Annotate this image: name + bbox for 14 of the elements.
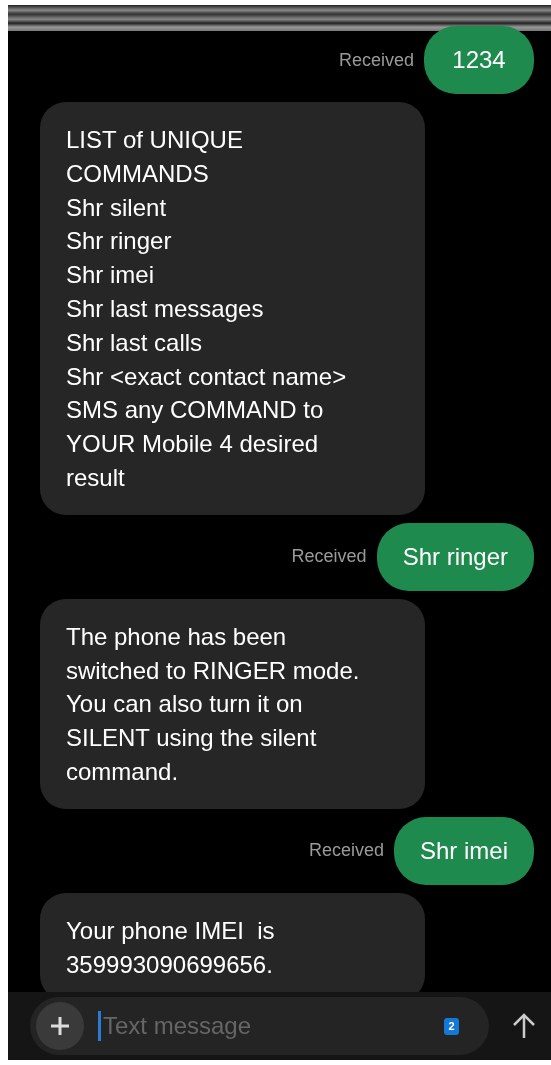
delivery-status: Received <box>291 546 367 568</box>
plus-icon <box>49 1015 71 1037</box>
received-message[interactable]: The phone has been switched to RINGER mode. You can also turn it on SILENT using the silent command. <box>40 598 425 809</box>
add-button[interactable] <box>36 1002 84 1050</box>
sent-message[interactable]: 1234 <box>424 26 534 94</box>
sent-message[interactable]: Shr imei <box>393 816 534 885</box>
delivery-status: Received <box>308 840 384 862</box>
message-field[interactable]: Text message 2 <box>30 997 489 1055</box>
received-message[interactable]: Your phone IMEI is 359993090699656. <box>40 892 425 992</box>
received-message[interactable]: LIST of UNIQUE COMMANDS Shr silent Shr ringer Shr imei Shr last messages Shr last calls Shr <exact contact name> SMS any COMMAND to YOUR Mobile 4 desired result <box>40 102 425 515</box>
sim-badge: 2 <box>444 1017 459 1035</box>
delivery-status: Received <box>338 49 414 71</box>
message-input[interactable]: Text message <box>98 1011 430 1041</box>
sent-message[interactable]: Shr ringer <box>376 522 534 591</box>
